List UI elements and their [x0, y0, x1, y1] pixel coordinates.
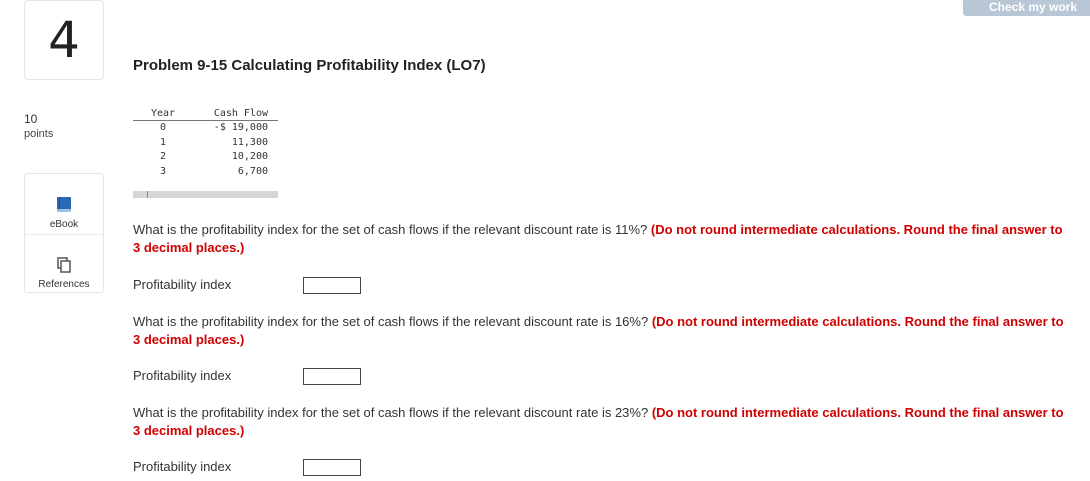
question-2-answer-input[interactable] [303, 368, 361, 385]
question-3-answer-label: Profitability index [133, 459, 232, 474]
year-cell: 1 [159, 136, 167, 148]
year-cell: 0 [159, 122, 167, 133]
references-label: References [38, 279, 90, 290]
resource-sidebar: eBook References [24, 173, 104, 293]
table-row: 2 10,200 [133, 150, 278, 165]
book-icon [57, 197, 71, 212]
cash-flow-cell: -$ 19,000 [213, 122, 268, 133]
table-row: 0 -$ 19,000 [133, 121, 278, 136]
year-cell: 3 [159, 165, 167, 177]
table-row: 3 6,700 [133, 165, 278, 180]
year-cell: 2 [159, 151, 167, 162]
question-number: 4 [24, 0, 104, 80]
points-value: 10 [24, 112, 38, 126]
question-1-answer-label: Profitability index [133, 277, 232, 292]
question-3-text: What is the profitability index for the … [133, 404, 1073, 440]
table-scrollbar[interactable] [133, 191, 278, 198]
question-3-prompt: What is the profitability index for the … [133, 405, 649, 420]
question-2-text: What is the profitability index for the … [133, 313, 1073, 349]
cash-flow-cell: 11,300 [231, 136, 268, 148]
copy-pages-icon [57, 257, 71, 273]
check-my-work-button[interactable]: Check my work [963, 0, 1090, 16]
points-label: points [24, 128, 54, 140]
cash-flow-table: Year Cash Flow 0 -$ 19,000 1 11,300 2 10… [133, 108, 278, 179]
cash-flow-cell: 10,200 [231, 151, 268, 162]
points-block: 10 points [24, 112, 53, 140]
question-3-answer-input[interactable] [303, 459, 361, 476]
cash-flow-cell: 6,700 [237, 165, 268, 177]
references-button[interactable]: References [25, 234, 103, 294]
table-header-year: Year [133, 108, 193, 121]
question-2-prompt: What is the profitability index for the … [133, 314, 649, 329]
ebook-button[interactable]: eBook [25, 174, 103, 234]
question-1-text: What is the profitability index for the … [133, 221, 1073, 257]
ebook-label: eBook [49, 219, 79, 230]
problem-title: Problem 9-15 Calculating Profitability I… [133, 57, 486, 74]
question-1-answer-input[interactable] [303, 277, 361, 294]
question-1-prompt: What is the profitability index for the … [133, 222, 648, 237]
question-2-answer-label: Profitability index [133, 368, 232, 383]
table-header-cash-flow: Cash Flow [193, 108, 278, 121]
table-row: 1 11,300 [133, 136, 278, 151]
